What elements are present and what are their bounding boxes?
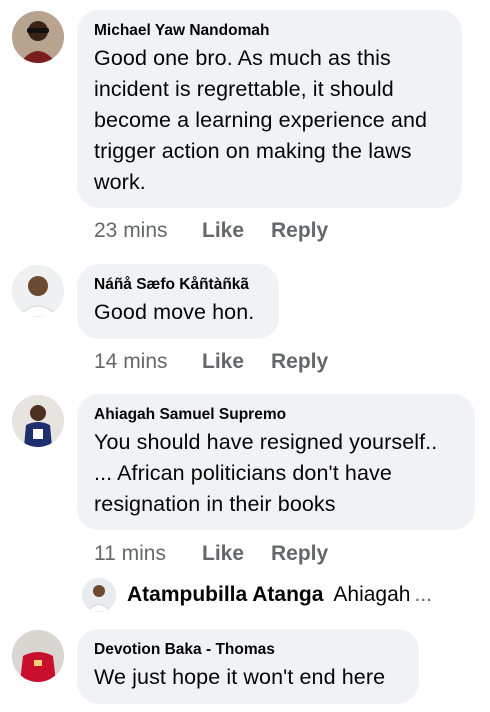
- reply-button[interactable]: Reply: [271, 219, 328, 243]
- comment-text: Good move hon.: [94, 300, 255, 324]
- comment-author[interactable]: Michael Yaw Nandomah: [94, 21, 445, 41]
- comment-actions: 14 mins Like Reply: [94, 350, 328, 374]
- reply-preview[interactable]: Atampubilla Atanga Ahiagah ...: [82, 578, 432, 612]
- reply-ellipsis: ...: [414, 583, 432, 606]
- comment-author[interactable]: Devotion Baka - Thomas: [94, 640, 402, 660]
- comment-text: Good one bro. As much as this incident i…: [94, 46, 428, 194]
- comment-text: You should have resigned yourself.. ... …: [94, 430, 438, 516]
- comment-text: We just hope it won't end here: [94, 665, 386, 689]
- comment-actions: 23 mins Like Reply: [94, 219, 328, 243]
- comment-timestamp[interactable]: 14 mins: [94, 350, 202, 374]
- comment-timestamp[interactable]: 23 mins: [94, 219, 202, 243]
- comment-bubble: Ahiagah Samuel Supremo You should have r…: [77, 394, 475, 530]
- comment-bubble: Náñå Sæfo Kåñtàñkã Good move hon.: [77, 264, 279, 339]
- avatar[interactable]: [12, 11, 64, 63]
- comment-author[interactable]: Náñå Sæfo Kåñtàñkã: [94, 275, 262, 295]
- reply-author[interactable]: Atampubilla Atanga: [127, 583, 323, 607]
- like-button[interactable]: Like: [202, 542, 271, 566]
- avatar[interactable]: [12, 395, 64, 447]
- comment-bubble: Michael Yaw Nandomah Good one bro. As mu…: [77, 10, 462, 208]
- like-button[interactable]: Like: [202, 219, 271, 243]
- comment-actions: 11 mins Like Reply: [94, 542, 328, 566]
- avatar: [82, 578, 116, 612]
- avatar[interactable]: [12, 630, 64, 682]
- reply-button[interactable]: Reply: [271, 350, 328, 374]
- comment-timestamp[interactable]: 11 mins: [94, 542, 202, 566]
- comment-author[interactable]: Ahiagah Samuel Supremo: [94, 405, 458, 425]
- reply-text: Ahiagah: [333, 583, 411, 606]
- comment-bubble: Devotion Baka - Thomas We just hope it w…: [77, 629, 419, 704]
- like-button[interactable]: Like: [202, 350, 271, 374]
- avatar[interactable]: [12, 265, 64, 317]
- reply-button[interactable]: Reply: [271, 542, 328, 566]
